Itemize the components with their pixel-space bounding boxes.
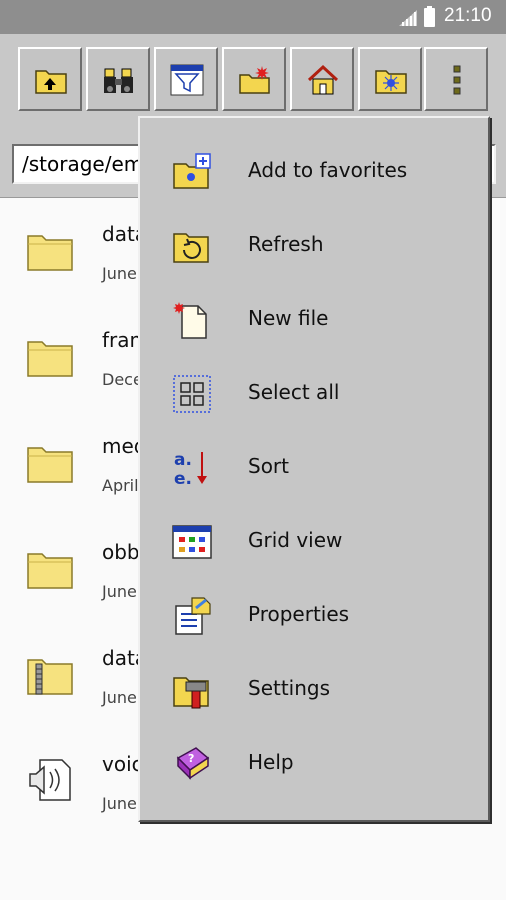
favorites-folder-icon xyxy=(375,70,407,94)
clock: 21:10 xyxy=(444,5,492,26)
more-vertical-icon xyxy=(453,65,461,95)
zip-folder-icon xyxy=(27,659,73,695)
folder-icon xyxy=(27,341,73,377)
menu-item-label: Sort xyxy=(248,454,289,478)
svg-text:e.: e. xyxy=(174,469,192,488)
menu-item-label: Refresh xyxy=(248,232,324,256)
folder-icon xyxy=(27,447,73,483)
filter-button[interactable] xyxy=(154,47,218,111)
file-name: obb xyxy=(102,540,140,564)
menu-item-properties[interactable]: Properties xyxy=(140,578,488,652)
folder-icon xyxy=(27,235,73,271)
battery-icon xyxy=(424,6,435,27)
overflow-menu: Add to favorites Refresh New file Select… xyxy=(138,116,490,822)
new-folder-icon xyxy=(239,66,270,94)
svg-text:a.: a. xyxy=(174,450,192,470)
filter-icon xyxy=(170,64,204,96)
help-icon: ? xyxy=(176,747,210,780)
toolbar xyxy=(0,34,506,120)
select-all-icon xyxy=(173,375,211,413)
menu-item-label: Help xyxy=(248,750,294,774)
audio-file-icon xyxy=(29,759,71,801)
new-folder-button[interactable] xyxy=(222,47,286,111)
up-folder-button[interactable] xyxy=(18,47,82,111)
menu-item-label: Properties xyxy=(248,602,350,626)
signal-icon xyxy=(399,10,417,26)
add-favorite-icon xyxy=(173,153,211,189)
menu-item-new-file[interactable]: New file xyxy=(140,282,488,356)
home-icon xyxy=(307,64,339,95)
menu-item-add-to-favorites[interactable]: Add to favorites xyxy=(140,134,488,208)
menu-item-label: Add to favorites xyxy=(248,158,408,182)
status-bar: 21:10 xyxy=(0,0,506,34)
svg-text:?: ? xyxy=(188,752,194,765)
menu-item-refresh[interactable]: Refresh xyxy=(140,208,488,282)
menu-item-sort[interactable]: a. e. Sort xyxy=(140,430,488,504)
binoculars-icon xyxy=(104,68,133,93)
more-options-button[interactable] xyxy=(424,47,488,111)
menu-item-label: New file xyxy=(248,306,329,330)
menu-item-grid-view[interactable]: Grid view xyxy=(140,504,488,578)
folder-icon xyxy=(27,553,73,589)
menu-item-label: Select all xyxy=(248,380,340,404)
home-button[interactable] xyxy=(290,47,354,111)
folder-up-icon xyxy=(35,70,67,94)
menu-item-settings[interactable]: Settings xyxy=(140,652,488,726)
refresh-icon xyxy=(173,233,209,263)
menu-item-label: Settings xyxy=(248,676,331,700)
grid-view-icon xyxy=(172,525,212,559)
settings-icon xyxy=(173,677,209,709)
menu-item-select-all[interactable]: Select all xyxy=(140,356,488,430)
search-button[interactable] xyxy=(86,47,150,111)
properties-icon xyxy=(175,597,211,635)
sort-icon: a. e. xyxy=(174,450,207,488)
menu-item-label: Grid view xyxy=(248,528,343,552)
favorites-button[interactable] xyxy=(358,47,422,111)
menu-item-help[interactable]: ? Help xyxy=(140,726,488,800)
new-file-icon xyxy=(173,302,207,339)
